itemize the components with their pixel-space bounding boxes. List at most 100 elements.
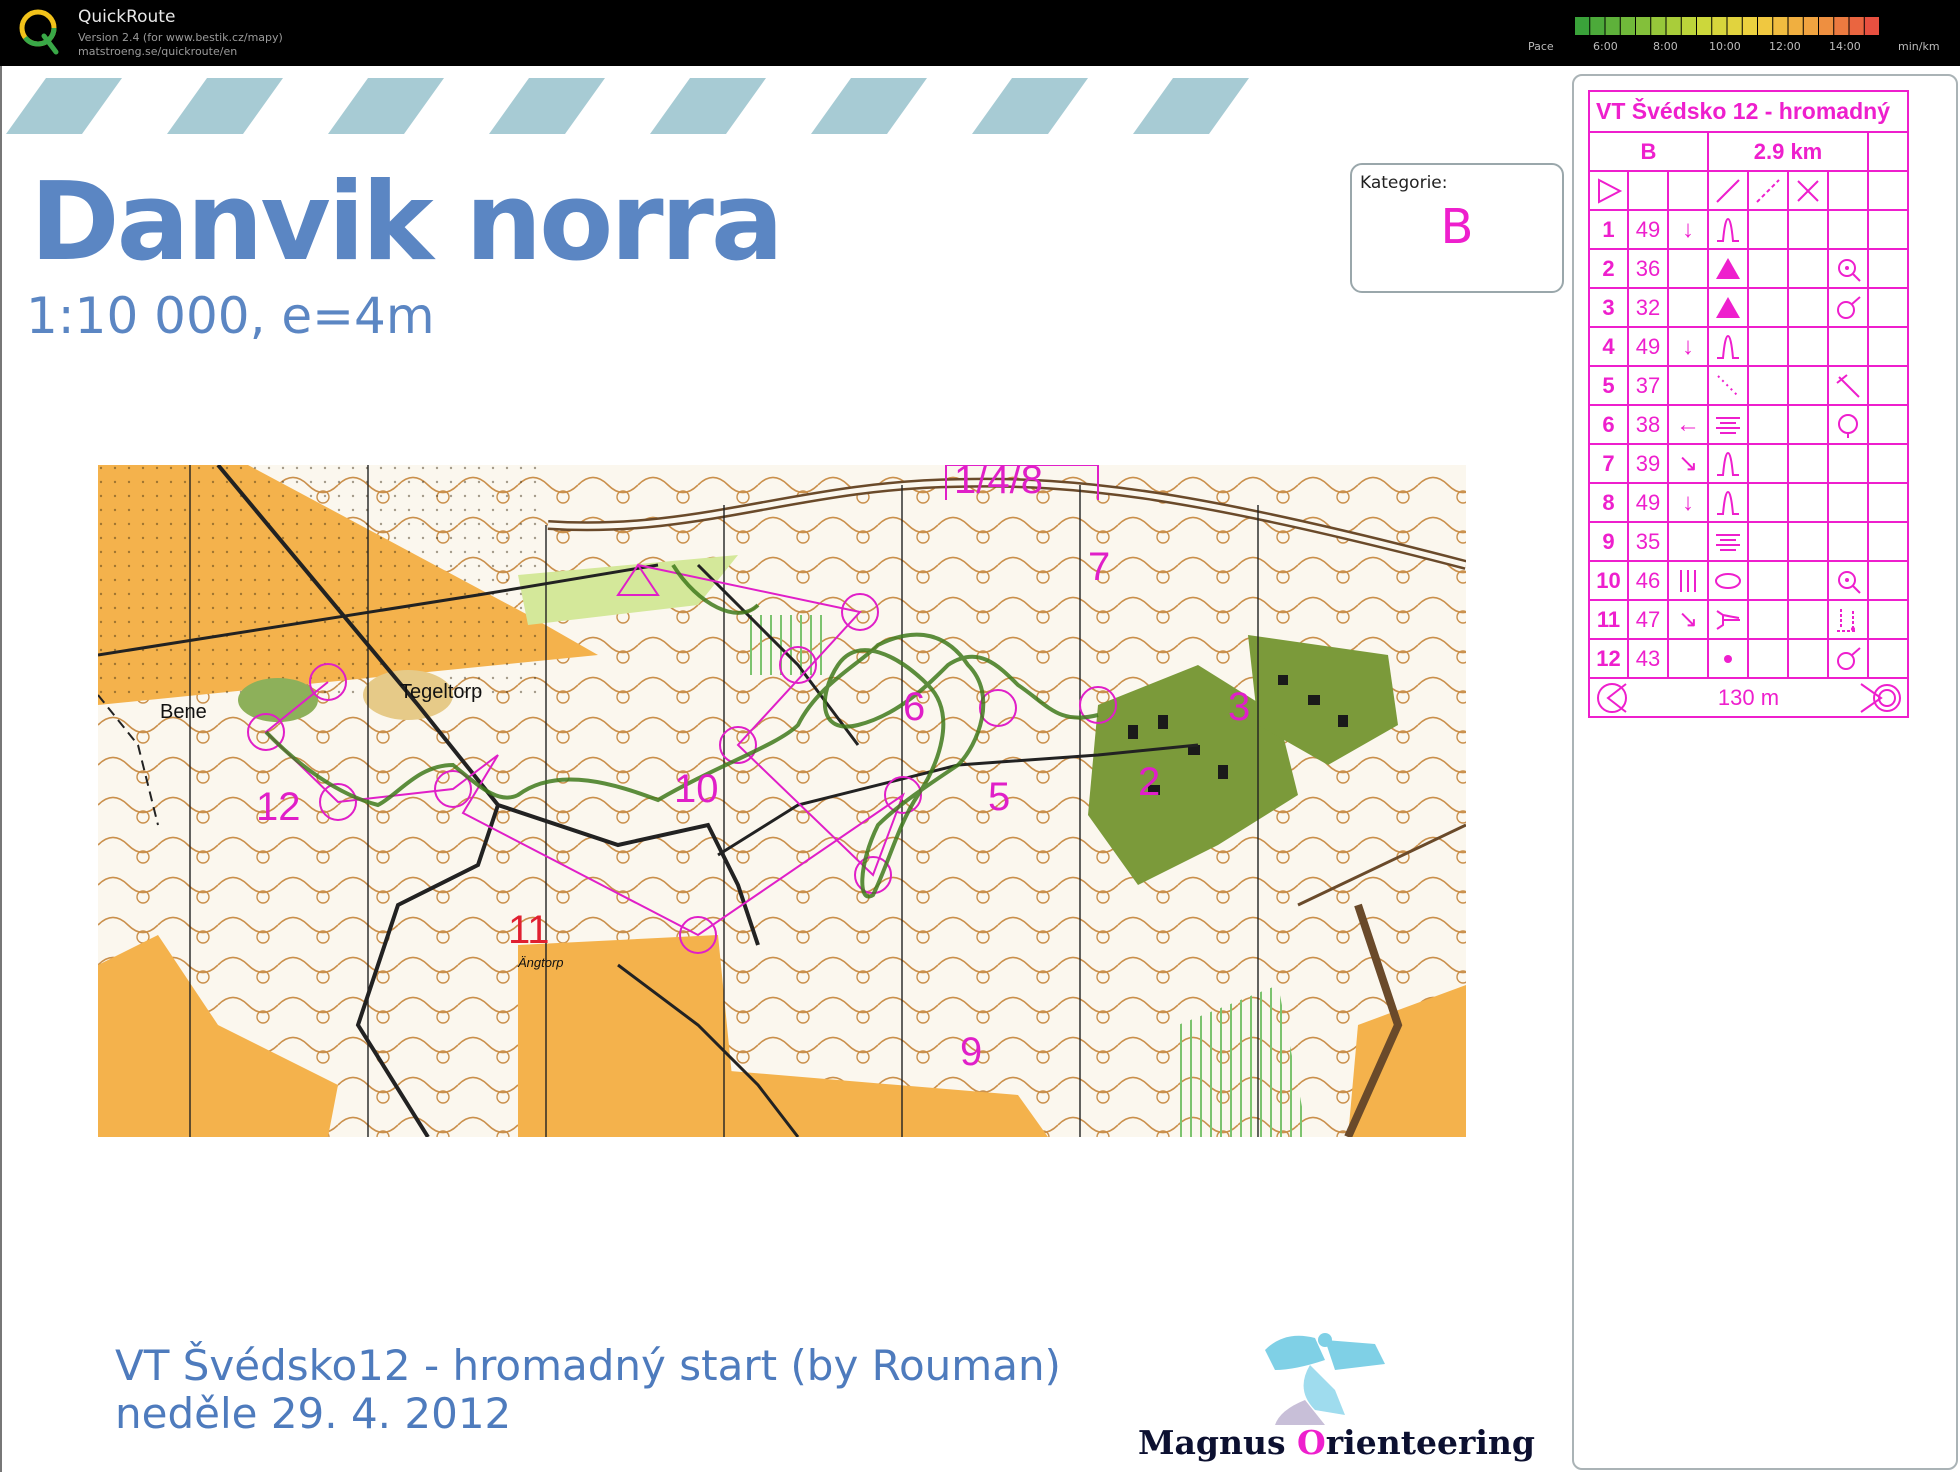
- knoll-icon: [1717, 451, 1739, 476]
- control-number: 2: [1588, 248, 1629, 289]
- event-title: VT Švédsko12 - hromadný start (by Rouman…: [115, 1341, 1061, 1390]
- pace-scale-segment: [1575, 17, 1590, 35]
- sponsor-initial: O: [1297, 1423, 1326, 1462]
- feature-cell: [1707, 209, 1749, 250]
- control-row: 3 32: [1588, 287, 1909, 328]
- direction-cell: [1667, 287, 1709, 328]
- feature-cell: [1707, 638, 1749, 679]
- finish-circle-icon: [1860, 683, 1901, 713]
- category-value: B: [1440, 199, 1474, 255]
- knoll-icon: [1717, 490, 1739, 515]
- app-title: QuickRoute: [78, 7, 176, 27]
- position-cell: [1827, 326, 1869, 367]
- pace-scale-segment: [1773, 17, 1788, 35]
- position-cell: [1827, 638, 1869, 679]
- control-code: 46: [1627, 560, 1669, 601]
- control-label: 2: [1138, 760, 1160, 804]
- side-position-icon: [1837, 295, 1861, 319]
- pace-scale-segment: [1590, 17, 1605, 35]
- control-row: 10 46: [1588, 560, 1909, 601]
- pace-scale-segment: [1666, 17, 1681, 35]
- direction-cell: [1667, 365, 1709, 406]
- position-cell: [1827, 209, 1869, 250]
- position-cell: [1827, 248, 1869, 289]
- direction-cell: ↘: [1667, 599, 1709, 640]
- direction-arrow-icon: ←: [1676, 410, 1700, 438]
- control-label: 3: [1228, 685, 1250, 729]
- direction-cell: ↓: [1667, 326, 1709, 367]
- control-number: 4: [1588, 326, 1629, 367]
- ring-position-icon: [1838, 413, 1858, 438]
- control-label: 5: [988, 775, 1010, 819]
- control-label: 10: [674, 767, 719, 811]
- control-code: 49: [1627, 482, 1669, 523]
- control-row: 6 38 ←: [1588, 404, 1909, 445]
- direction-cell: ↘: [1667, 443, 1709, 484]
- place-label: Tegeltorp: [400, 681, 482, 703]
- control-label: 1/4/8: [954, 465, 1043, 502]
- feature-cell: [1707, 560, 1749, 601]
- category-label: Kategorie:: [1360, 173, 1448, 193]
- pace-scale-segment: [1849, 17, 1864, 35]
- app-version: Version 2.4 (for www.bestik.cz/mapy): [78, 31, 283, 44]
- control-label: 12: [256, 785, 301, 829]
- pace-scale-segment: [1819, 17, 1834, 35]
- direction-cell: [1667, 521, 1709, 562]
- map-scale: 1:10 000, e=4m: [26, 287, 435, 345]
- pace-tick: 10:00: [1709, 40, 1741, 53]
- control-number: 9: [1588, 521, 1629, 562]
- position-cell: [1827, 443, 1869, 484]
- control-row: 4 49 ↓: [1588, 326, 1909, 367]
- boulder-icon: [1716, 257, 1740, 279]
- control-row: 12 43: [1588, 638, 1909, 679]
- direction-cell: ↓: [1667, 482, 1709, 523]
- pace-scale-segment: [1605, 17, 1620, 35]
- event-header: VT Švédsko 12 - hromadný: [1588, 90, 1909, 133]
- feature-cell: [1707, 599, 1749, 640]
- position-cell: [1827, 365, 1869, 406]
- control-code: 36: [1627, 248, 1669, 289]
- sponsor-rest: rienteering: [1325, 1423, 1535, 1462]
- knoll-icon: [1717, 217, 1739, 242]
- control-label: 11: [508, 908, 550, 952]
- pace-tick: 14:00: [1829, 40, 1861, 53]
- track-icon: [1756, 178, 1780, 203]
- path-icon: [1716, 178, 1740, 203]
- marsh-icon: [1716, 416, 1740, 434]
- pace-tick: 8:00: [1653, 40, 1678, 53]
- control-label: 9: [960, 1030, 982, 1074]
- control-number: 1: [1588, 209, 1629, 250]
- control-code: 49: [1627, 326, 1669, 367]
- control-number: 10: [1588, 560, 1629, 601]
- start-triangle-icon: [1597, 177, 1622, 204]
- direction-cell: [1667, 560, 1709, 601]
- control-description-table: VT Švédsko 12 - hromadný B 2.9 km 1 49 ↓ 2 3…: [1588, 90, 1909, 718]
- place-label: Ängtorp: [517, 955, 564, 970]
- control-number: 11: [1588, 599, 1629, 640]
- pace-tick: 12:00: [1769, 40, 1801, 53]
- decorative-stripes: [6, 78, 1249, 134]
- pace-scale-segment: [1697, 17, 1712, 35]
- path-end-icon: [1717, 374, 1739, 397]
- control-code: 35: [1627, 521, 1669, 562]
- control-row: 2 36: [1588, 248, 1909, 289]
- control-code: 43: [1627, 638, 1669, 679]
- control-code: 39: [1627, 443, 1669, 484]
- orienteering-map[interactable]: 1/4/8 2 3 5 6 7 9 10 11 12 Tegeltorp Ben…: [98, 465, 1466, 1137]
- boulder-icon: [1716, 296, 1740, 318]
- direction-arrow-icon: ↓: [1682, 332, 1694, 360]
- direction-cell: [1667, 638, 1709, 679]
- control-code: 49: [1627, 209, 1669, 250]
- dot-icon: [1724, 654, 1732, 663]
- feature-cell: [1707, 404, 1749, 445]
- position-cell: [1827, 404, 1869, 445]
- direction-arrow-icon: ↘: [1677, 450, 1699, 477]
- foot-position-icon: [1837, 608, 1857, 632]
- crossing-icon: [1797, 179, 1819, 202]
- spur-icon: [1716, 609, 1740, 630]
- feature-cell: [1707, 365, 1749, 406]
- start-row: [1588, 170, 1909, 211]
- position-cell: [1827, 521, 1869, 562]
- pace-scale-segment: [1803, 17, 1818, 35]
- direction-cell: [1667, 248, 1709, 289]
